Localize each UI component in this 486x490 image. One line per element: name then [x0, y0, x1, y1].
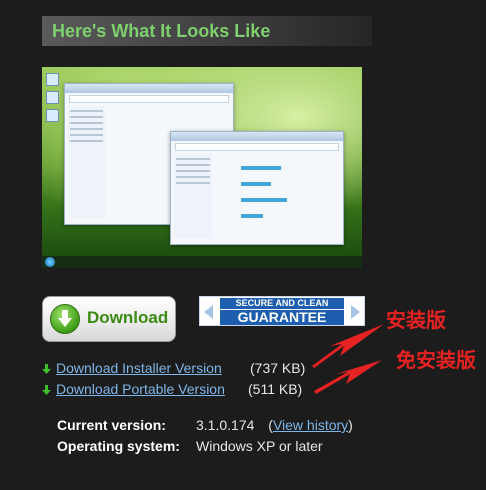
arrow-right-icon — [351, 305, 360, 319]
green-down-arrow-icon — [50, 304, 80, 334]
app-screenshot-preview — [42, 67, 362, 268]
arrow-left-icon — [204, 305, 213, 319]
current-version-value-row: 3.1.0.174 (View history) — [196, 417, 353, 433]
section-heading-bar: Here's What It Looks Like — [42, 16, 372, 46]
green-small-down-arrow-icon — [42, 364, 51, 374]
portable-size: (511 KB) — [248, 381, 303, 397]
operating-system-label: Operating system: — [57, 438, 180, 454]
current-version-value: 3.1.0.174 — [196, 417, 255, 433]
red-arrow-portable-icon — [314, 360, 382, 394]
desktop-icon — [46, 73, 59, 86]
desktop-icon — [46, 109, 59, 122]
download-portable-link[interactable]: Download Portable Version — [56, 381, 225, 397]
download-button[interactable]: Download — [42, 296, 176, 342]
red-arrow-installer-icon — [312, 324, 384, 368]
green-small-down-arrow-icon — [42, 385, 51, 395]
red-arrow-icons — [312, 324, 384, 394]
current-version-label: Current version: — [57, 417, 166, 433]
start-orb-icon — [45, 257, 55, 267]
operating-system-value: Windows XP or later — [196, 438, 323, 454]
download-button-label: Download — [87, 308, 169, 327]
download-installer-link[interactable]: Download Installer Version — [56, 360, 222, 376]
view-history-link[interactable]: View history — [273, 417, 348, 433]
paren-close: ) — [348, 417, 353, 433]
taskbar — [42, 256, 362, 268]
annotation-portable: 免安装版 — [396, 350, 476, 372]
explorer-window-front — [170, 131, 344, 245]
installer-size: (737 KB) — [250, 360, 306, 376]
desktop-icon — [46, 91, 59, 104]
section-heading: Here's What It Looks Like — [52, 21, 271, 41]
guarantee-line1: SECURE AND CLEAN — [220, 298, 344, 309]
